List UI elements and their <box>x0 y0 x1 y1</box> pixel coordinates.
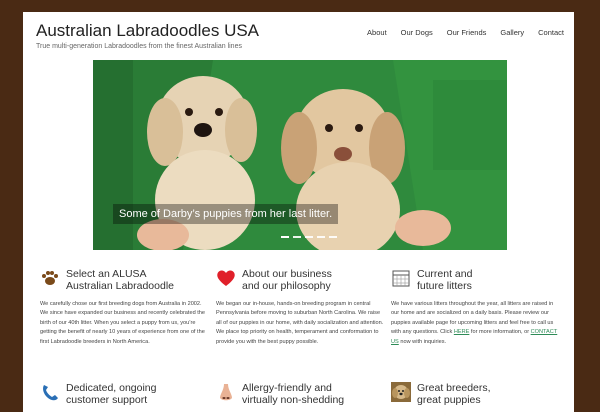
nav-our-dogs[interactable]: Our Dogs <box>401 28 433 37</box>
feature-title[interactable]: Great breeders, great puppies <box>417 382 491 406</box>
slider-pagination <box>281 236 337 238</box>
nav-contact[interactable]: Contact <box>538 28 564 37</box>
feature-allergy-friendly: Allergy-friendly and virtually non-shedd… <box>216 382 386 406</box>
nav-our-friends[interactable]: Our Friends <box>447 28 487 37</box>
slide-dot[interactable] <box>281 236 289 238</box>
main-nav: About Our Dogs Our Friends Gallery Conta… <box>367 28 564 37</box>
heart-icon <box>217 270 235 286</box>
site-tagline: True multi-generation Labradoodles from … <box>36 43 242 50</box>
feature-body: We carefully chose our first breeding do… <box>40 301 206 345</box>
here-link[interactable]: HERE <box>454 329 470 335</box>
slide-caption: Some of Darby’s puppies from her last li… <box>113 204 339 224</box>
feature-body: We began our in-house, hands-on breeding… <box>216 301 384 345</box>
site-header: Australian Labradoodles USA True multi-g… <box>23 12 574 59</box>
nav-gallery[interactable]: Gallery <box>500 28 524 37</box>
slide-dot[interactable] <box>293 236 301 238</box>
hero-slider[interactable]: Some of Darby’s puppies from her last li… <box>93 60 507 250</box>
slide-dot[interactable] <box>329 236 337 238</box>
feature-litters: Current and future litters We have vario… <box>391 268 561 347</box>
feature-great-breeders: Great breeders, great puppies <box>391 382 561 406</box>
feature-title[interactable]: Select an ALUSA Australian Labradoodle <box>66 268 174 292</box>
feature-customer-support: Dedicated, ongoing customer support <box>40 382 210 406</box>
feature-select-alusa: Select an ALUSA Australian Labradoodle W… <box>40 268 210 347</box>
feature-title[interactable]: Current and future litters <box>417 268 472 292</box>
phone-icon <box>43 385 58 401</box>
nav-about[interactable]: About <box>367 28 387 37</box>
paw-icon <box>42 271 58 285</box>
feature-about-business: About our business and our philosophy We… <box>216 268 386 347</box>
site-title[interactable]: Australian Labradoodles USA <box>36 21 259 41</box>
page-container: Australian Labradoodles USA True multi-g… <box>23 12 574 412</box>
slide-dot[interactable] <box>317 236 325 238</box>
feature-title[interactable]: Dedicated, ongoing customer support <box>66 382 157 406</box>
feature-body: We have various litters throughout the y… <box>391 300 561 347</box>
nose-icon <box>220 384 232 401</box>
dog-photo-icon <box>391 382 411 402</box>
feature-body-text: now with inquiries. <box>400 338 447 345</box>
feature-title[interactable]: Allergy-friendly and virtually non-shedd… <box>242 382 344 406</box>
calendar-icon <box>392 270 410 287</box>
feature-title[interactable]: About our business and our philosophy <box>242 268 332 292</box>
feature-body-text: for more information, or <box>470 329 530 336</box>
slide-dot[interactable] <box>305 236 313 238</box>
